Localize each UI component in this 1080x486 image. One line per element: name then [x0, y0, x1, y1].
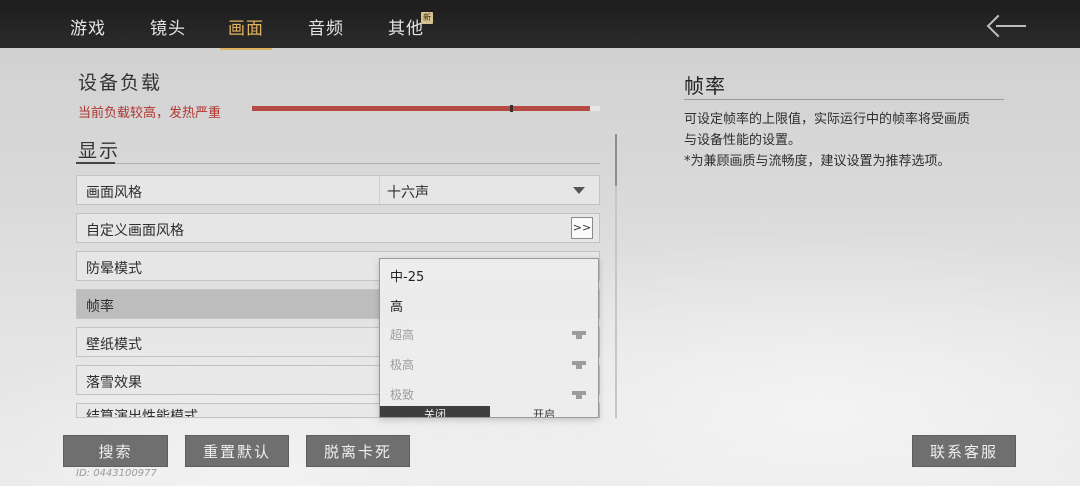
- option-label: 超高: [390, 328, 415, 342]
- tab-game[interactable]: 游戏: [70, 14, 106, 40]
- option-medium-25[interactable]: 中-25: [380, 259, 598, 289]
- option-label: 高: [390, 300, 404, 315]
- row-custom-graphics-style[interactable]: 自定义画面风格 >>: [76, 213, 600, 243]
- description-note: *为兼顾画质与流畅度，建议设置为推荐选项。: [684, 154, 951, 169]
- row-label: 帧率: [86, 299, 114, 315]
- tab-other[interactable]: 其他: [388, 14, 424, 40]
- lock-icon: [572, 359, 586, 369]
- new-badge: 新: [421, 12, 433, 24]
- open-custom-style-button[interactable]: >>: [571, 217, 593, 239]
- load-warning-text: 当前负载较高，发热严重: [78, 106, 222, 121]
- option-label: 中-25: [390, 270, 425, 285]
- row-label: 画面风格: [86, 185, 142, 201]
- description-divider: [684, 99, 1004, 100]
- display-section-title: 显示: [78, 140, 121, 162]
- tab-camera[interactable]: 镜头: [150, 14, 186, 40]
- description-title: 帧率: [684, 74, 726, 98]
- player-id: ID: 0443100977: [76, 468, 157, 479]
- lock-icon: [572, 329, 586, 339]
- row-label: 自定义画面风格: [86, 223, 184, 239]
- chevron-down-icon[interactable]: [573, 187, 585, 194]
- toggle-off-option[interactable]: 关闭: [380, 406, 490, 417]
- settings-scrollbar[interactable]: [615, 134, 617, 418]
- option-ultra-high[interactable]: 超高: [380, 319, 598, 349]
- display-underline: [76, 162, 115, 164]
- row-separator: [379, 176, 380, 204]
- tab-graphics[interactable]: 画面: [220, 14, 272, 50]
- description-text: 与设备性能的设置。: [684, 133, 802, 148]
- lock-icon: [572, 389, 586, 399]
- contact-support-button[interactable]: 联系客服: [912, 435, 1016, 467]
- row-label: 防晕模式: [86, 261, 142, 277]
- option-label: 极致: [390, 388, 415, 402]
- back-arrow-icon[interactable]: [986, 12, 1030, 40]
- display-divider: [76, 163, 600, 164]
- option-high[interactable]: 高: [380, 289, 598, 319]
- description-text: 可设定帧率的上限值，实际运行中的帧率将受画质: [684, 112, 971, 127]
- row-label: 壁纸模式: [86, 337, 142, 353]
- row-graphics-style[interactable]: 画面风格 十六声: [76, 175, 600, 205]
- option-ultimate[interactable]: 极致: [380, 379, 598, 409]
- option-extreme-high[interactable]: 极高: [380, 349, 598, 379]
- load-bar-marker: [510, 105, 513, 112]
- graphics-style-value: 十六声: [387, 185, 429, 201]
- frame-rate-dropdown[interactable]: 中-25 高 超高 极高 极致 关闭 开启: [379, 258, 599, 418]
- toggle-on-option[interactable]: 开启: [490, 406, 598, 417]
- load-bar: [252, 105, 600, 112]
- on-off-toggle[interactable]: 关闭 开启: [380, 406, 598, 417]
- device-load-title: 设备负载: [78, 72, 163, 94]
- tab-audio[interactable]: 音频: [308, 14, 344, 40]
- scrollbar-thumb[interactable]: [615, 134, 617, 186]
- row-label: 结算演出性能模式: [86, 409, 198, 418]
- load-bar-fill: [252, 106, 590, 111]
- search-button[interactable]: 搜索: [63, 435, 168, 467]
- unstuck-button[interactable]: 脱离卡死: [306, 435, 410, 467]
- option-label: 极高: [390, 358, 415, 372]
- reset-default-button[interactable]: 重置默认: [185, 435, 289, 467]
- row-label: 落雪效果: [86, 375, 142, 391]
- top-nav-bar: 游戏 镜头 画面 音频 其他 新: [0, 0, 1080, 50]
